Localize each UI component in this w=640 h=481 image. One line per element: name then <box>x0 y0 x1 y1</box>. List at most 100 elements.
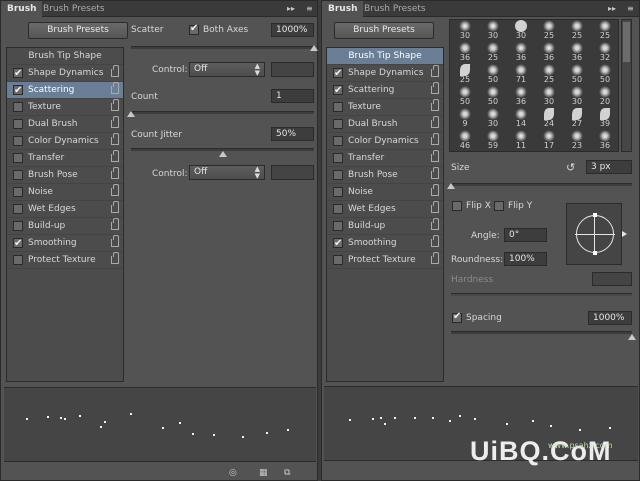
brush-tip-cell[interactable]: 32 <box>591 40 618 62</box>
spacing-value-field[interactable]: 1000% <box>588 311 632 325</box>
angle-arrow-icon[interactable] <box>622 231 627 237</box>
brush-tip-cell[interactable]: 30 <box>563 84 591 106</box>
build-up-checkbox[interactable] <box>333 221 343 231</box>
scattering-checkbox[interactable]: ✔ <box>333 85 343 96</box>
dual-brush-checkbox[interactable] <box>333 119 343 129</box>
lock-icon[interactable] <box>111 184 119 196</box>
lock-icon[interactable] <box>431 235 439 247</box>
list-item-build-up[interactable]: Build-up <box>7 218 123 235</box>
brush-tip-cell[interactable]: 30 <box>535 84 563 106</box>
brush-tip-cell[interactable]: 36 <box>507 84 535 106</box>
spacing-checkbox[interactable]: ✔ <box>452 311 462 323</box>
list-item-wet-edges[interactable]: Wet Edges <box>327 201 443 218</box>
scatter-value-field[interactable]: 1000% <box>271 23 314 37</box>
list-item-noise[interactable]: Noise <box>327 184 443 201</box>
lock-icon[interactable] <box>431 99 439 111</box>
brush-tip-grid[interactable]: 30 30 30 25 25 25 36 25 36 36 36 32 25 50 71 25 50 50 50 50… <box>449 19 619 152</box>
list-item-dual-brush[interactable]: Dual Brush <box>327 116 443 133</box>
lock-icon[interactable] <box>431 82 439 94</box>
brush-tip-cell[interactable]: 30 <box>507 20 535 40</box>
roundness-handle-top[interactable] <box>593 213 597 217</box>
reset-size-icon[interactable]: ↺ <box>566 161 575 174</box>
count-value-field[interactable]: 1 <box>271 89 314 103</box>
list-item-protect-texture[interactable]: Protect Texture <box>7 252 123 269</box>
list-item-shape-dynamics[interactable]: ✔ Shape Dynamics <box>7 65 123 82</box>
brush-tip-cell[interactable]: 14 <box>507 150 535 151</box>
color-dynamics-checkbox[interactable] <box>333 136 343 146</box>
brush-tip-cell[interactable]: 44 <box>451 150 479 151</box>
brush-tip-cell[interactable]: 39 <box>591 106 618 128</box>
list-item-transfer[interactable]: Transfer <box>7 150 123 167</box>
build-up-checkbox[interactable] <box>13 221 23 231</box>
list-item-dual-brush[interactable]: Dual Brush <box>7 116 123 133</box>
brush-tip-cell[interactable]: 26 <box>535 150 563 151</box>
smoothing-checkbox[interactable]: ✔ <box>333 238 343 249</box>
brush-pose-checkbox[interactable] <box>13 170 23 180</box>
noise-checkbox[interactable] <box>333 187 343 197</box>
brush-tip-cell[interactable]: 36 <box>591 128 618 150</box>
scattering-checkbox[interactable]: ✔ <box>13 85 23 96</box>
list-item-smoothing[interactable]: ✔ Smoothing <box>7 235 123 252</box>
color-dynamics-checkbox[interactable] <box>13 136 23 146</box>
transfer-checkbox[interactable] <box>333 153 343 163</box>
brush-tip-cell[interactable]: 50 <box>591 62 618 84</box>
count-slider[interactable] <box>131 111 314 114</box>
brush-tip-cell[interactable]: 25 <box>535 62 563 84</box>
brush-tip-cell[interactable]: 50 <box>479 84 507 106</box>
list-item-brush-tip-shape[interactable]: Brush Tip Shape <box>327 48 443 65</box>
count-slider-thumb[interactable] <box>127 111 135 117</box>
lock-icon[interactable] <box>111 167 119 179</box>
lock-icon[interactable] <box>111 116 119 128</box>
brush-tip-cell[interactable]: 50 <box>563 62 591 84</box>
list-item-noise[interactable]: Noise <box>7 184 123 201</box>
brush-presets-button[interactable]: Brush Presets <box>28 22 128 39</box>
brush-tip-cell[interactable]: 59 <box>479 128 507 150</box>
brush-tip-cell[interactable]: 36 <box>507 40 535 62</box>
list-item-build-up[interactable]: Build-up <box>327 218 443 235</box>
protect-texture-checkbox[interactable] <box>333 255 343 265</box>
noise-checkbox[interactable] <box>13 187 23 197</box>
brush-tip-cell[interactable]: 42 <box>591 150 618 151</box>
lock-icon[interactable] <box>111 235 119 247</box>
brush-tip-cell[interactable]: 25 <box>479 40 507 62</box>
list-item-shape-dynamics[interactable]: ✔ Shape Dynamics <box>327 65 443 82</box>
lock-icon[interactable] <box>111 201 119 213</box>
brush-tip-cell[interactable]: 30 <box>479 106 507 128</box>
lock-icon[interactable] <box>431 65 439 77</box>
dual-brush-checkbox[interactable] <box>13 119 23 129</box>
size-slider[interactable] <box>451 183 632 186</box>
lock-icon[interactable] <box>431 167 439 179</box>
list-item-scattering[interactable]: ✔ Scattering <box>7 82 123 99</box>
brush-tip-cell[interactable]: 14 <box>507 106 535 128</box>
spacing-slider-thumb[interactable] <box>628 334 636 340</box>
collapse-icon[interactable]: ▸▸ <box>287 3 295 15</box>
lock-icon[interactable] <box>431 150 439 162</box>
smoothing-checkbox[interactable]: ✔ <box>13 238 23 249</box>
roundness-handle-bottom[interactable] <box>593 251 597 255</box>
brush-tip-cell[interactable]: 24 <box>535 106 563 128</box>
new-preset-icon[interactable]: ⧉ <box>284 468 290 478</box>
angle-roundness-widget[interactable] <box>566 203 622 265</box>
brush-tip-cell[interactable]: 60 <box>479 150 507 151</box>
scatter-slider[interactable] <box>131 46 314 49</box>
angle-value-field[interactable]: 0° <box>504 228 547 242</box>
lock-icon[interactable] <box>431 252 439 264</box>
shape-dynamics-checkbox[interactable]: ✔ <box>13 68 23 79</box>
list-item-brush-pose[interactable]: Brush Pose <box>327 167 443 184</box>
lock-icon[interactable] <box>431 201 439 213</box>
count-jitter-value-field[interactable]: 50% <box>271 127 314 141</box>
list-item-texture[interactable]: Texture <box>327 99 443 116</box>
brush-tip-cell[interactable]: 27 <box>563 106 591 128</box>
flip-y-checkbox[interactable] <box>494 201 504 211</box>
brush-tip-cell[interactable]: 9 <box>451 106 479 128</box>
shape-dynamics-checkbox[interactable]: ✔ <box>333 68 343 79</box>
brush-tip-cell[interactable]: 36 <box>451 40 479 62</box>
list-item-brush-tip-shape[interactable]: Brush Tip Shape <box>7 48 123 65</box>
lock-icon[interactable] <box>111 99 119 111</box>
brush-grid-scrollbar[interactable] <box>621 19 632 152</box>
brush-tip-cell[interactable]: 50 <box>479 62 507 84</box>
spacing-slider[interactable] <box>451 331 632 334</box>
tab-brush-presets[interactable]: Brush Presets <box>358 1 432 17</box>
collapse-icon[interactable]: ▸▸ <box>608 3 616 15</box>
scrollbar-thumb[interactable] <box>623 22 630 62</box>
